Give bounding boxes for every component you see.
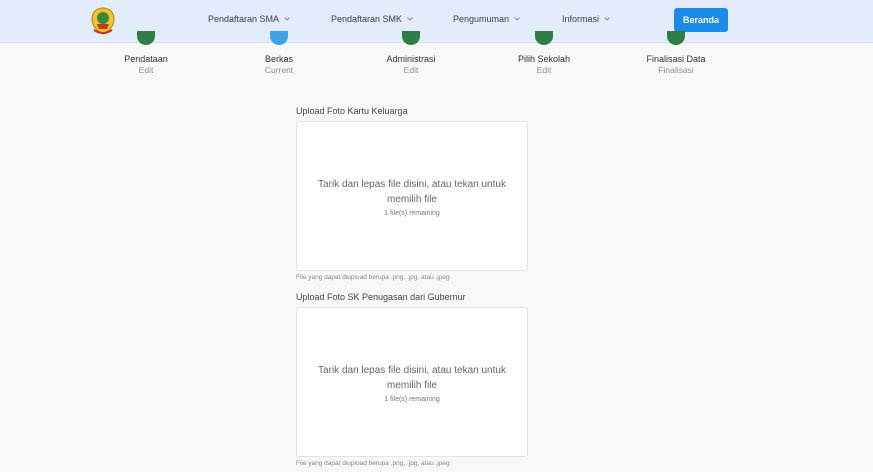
files-remaining: 1 file(s) remaining — [384, 210, 440, 217]
nav-label: Pengumuman — [453, 14, 510, 24]
chevron-down-icon — [284, 17, 290, 21]
chevron-down-icon — [514, 17, 520, 21]
step-status-pendataan: Edit — [138, 65, 154, 75]
chevron-down-icon — [407, 17, 413, 21]
upload-sk-hint: File yang dapat diupload berupa .png, .j… — [296, 460, 450, 467]
step-status-administrasi: Edit — [403, 65, 419, 75]
nav-label: Informasi — [562, 14, 600, 24]
upload-kk-hint: File yang dapat diupload berupa .png, .j… — [296, 274, 450, 281]
nav-informasi[interactable]: Informasi — [562, 14, 611, 24]
nav-label: Pendaftaran SMA — [208, 14, 280, 24]
dropzone-instructions: Tarik dan lepas file disini, atau tekan … — [318, 179, 506, 205]
upload-kk-title: Upload Foto Kartu Keluarga — [296, 106, 408, 116]
nav-label: Pendaftaran SMK — [331, 14, 403, 24]
step-label-pendataan[interactable]: Pendataan — [91, 54, 201, 64]
step-label-administrasi[interactable]: Administrasi — [356, 54, 466, 64]
step-label-finalisasi[interactable]: Finalisasi Data — [621, 54, 731, 64]
step-status-finalisasi: Finalisasi — [658, 65, 694, 75]
step-label-berkas[interactable]: Berkas — [224, 54, 334, 64]
files-remaining: 1 file(s) remaining — [384, 396, 440, 403]
nav-pendaftaran-smk[interactable]: Pendaftaran SMK — [331, 14, 414, 24]
province-emblem-logo[interactable] — [88, 6, 118, 36]
step-status-berkas: Current — [264, 65, 294, 75]
dropzone-instructions: Tarik dan lepas file disini, atau tekan … — [318, 365, 506, 391]
step-status-pilih-sekolah: Edit — [536, 65, 552, 75]
upload-kk-dropzone[interactable]: Tarik dan lepas file disini, atau tekan … — [296, 121, 528, 271]
nav-pendaftaran-sma[interactable]: Pendaftaran SMA — [208, 14, 291, 24]
step-label-pilih-sekolah[interactable]: Pilih Sekolah — [489, 54, 599, 64]
beranda-button[interactable]: Beranda — [674, 8, 728, 32]
nav-pengumuman[interactable]: Pengumuman — [453, 14, 521, 24]
top-navbar: Pendaftaran SMA Pendaftaran SMK Pengumum… — [0, 0, 873, 43]
chevron-down-icon — [604, 17, 610, 21]
upload-sk-title: Upload Foto SK Penugasan dari Gubernur — [296, 292, 466, 302]
upload-sk-dropzone[interactable]: Tarik dan lepas file disini, atau tekan … — [296, 307, 528, 457]
